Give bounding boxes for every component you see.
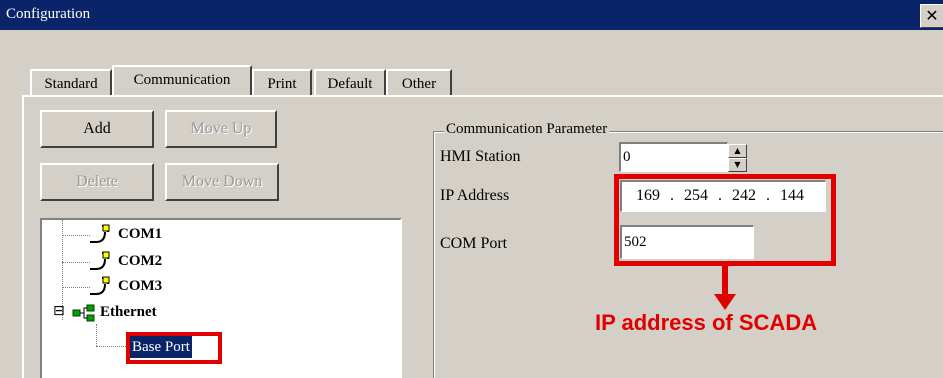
add-button[interactable]: Add — [40, 110, 154, 148]
hmi-station-label: HMI Station — [440, 148, 521, 165]
tree-guide-line — [96, 346, 128, 347]
network-icon — [72, 304, 95, 322]
title-bar[interactable]: Configuration ✕ — [0, 0, 943, 30]
hmi-station-input[interactable]: 0 — [619, 142, 728, 172]
tab-print[interactable]: Print — [252, 69, 312, 95]
ip-address-highlight — [614, 174, 836, 266]
tree-guide-line — [62, 262, 90, 263]
tab-other[interactable]: Other — [386, 69, 452, 95]
tree-guide-line — [62, 235, 90, 236]
port-tree[interactable]: COM1 COM2 COM3 ⊟ Ethernet Base Port — [40, 218, 402, 378]
collapse-icon[interactable]: ⊟ — [53, 304, 65, 318]
serial-cable-icon — [90, 224, 110, 243]
configuration-dialog: Configuration ✕ Standard Communication P… — [0, 0, 943, 378]
tab-standard[interactable]: Standard — [30, 69, 112, 95]
window-title: Configuration — [6, 6, 91, 22]
hmi-station-stepper[interactable]: ▲ ▼ — [728, 143, 747, 173]
close-icon[interactable]: ✕ — [920, 4, 943, 28]
annotation-label: IP address of SCADA — [595, 310, 818, 335]
tree-item-com3[interactable]: COM3 — [118, 278, 162, 295]
spin-up-icon[interactable]: ▲ — [728, 144, 747, 158]
serial-cable-icon — [90, 251, 110, 270]
ip-address-label: IP Address — [440, 187, 510, 204]
tab-default[interactable]: Default — [314, 69, 386, 95]
move-up-button[interactable]: Move Up — [165, 110, 277, 148]
tree-item-ethernet[interactable]: Ethernet — [100, 304, 157, 321]
annotation-arrow-icon — [714, 264, 736, 310]
tree-item-base-port[interactable]: Base Port — [130, 336, 192, 358]
com-port-label: COM Port — [440, 235, 508, 252]
tree-item-com1[interactable]: COM1 — [118, 226, 162, 243]
tab-communication[interactable]: Communication — [112, 65, 252, 95]
tree-guide-line — [62, 287, 90, 288]
delete-button[interactable]: Delete — [40, 163, 154, 201]
tree-item-com2[interactable]: COM2 — [118, 253, 162, 270]
spin-down-icon[interactable]: ▼ — [728, 158, 747, 172]
group-legend: Communication Parameter — [444, 121, 610, 138]
serial-cable-icon — [90, 276, 110, 295]
move-down-button[interactable]: Move Down — [165, 163, 279, 201]
tree-guide-line — [96, 324, 97, 346]
